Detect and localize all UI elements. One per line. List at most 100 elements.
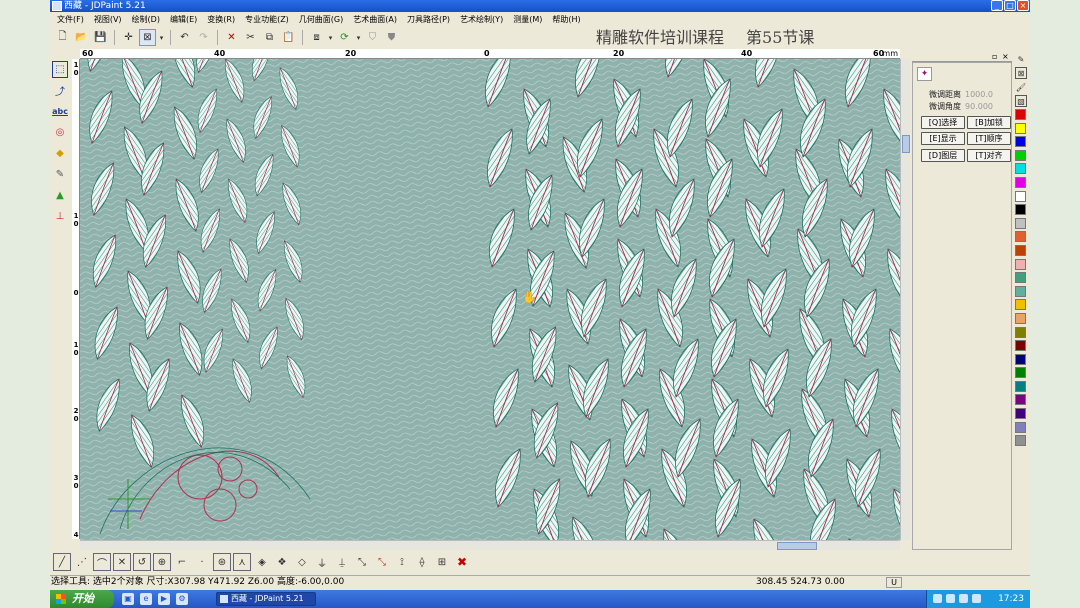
no-color-icon[interactable]: ⊠ bbox=[1015, 67, 1027, 79]
color-swatch[interactable] bbox=[1015, 353, 1026, 365]
select-box-icon[interactable]: ⊠ bbox=[139, 29, 156, 46]
color-swatch[interactable] bbox=[1015, 285, 1026, 297]
color-swatch[interactable] bbox=[1015, 367, 1026, 379]
tangent-tool-icon[interactable]: ⌐ bbox=[173, 553, 191, 571]
menu-art-draw[interactable]: 艺术绘制(Y) bbox=[455, 12, 508, 27]
group-icon[interactable]: ⧈ bbox=[308, 29, 325, 46]
taskbar-window-button[interactable]: 西藏 - JDPaint 5.21 bbox=[216, 592, 316, 606]
align-button[interactable]: [T]对齐 bbox=[967, 149, 1011, 162]
close-button[interactable]: × bbox=[1017, 0, 1029, 11]
pen-tool-icon[interactable]: ✎ bbox=[52, 166, 68, 183]
open-folder-icon[interactable]: 📂 bbox=[73, 29, 90, 46]
rhombus-icon[interactable]: ◈ bbox=[253, 553, 271, 571]
cross-tool-icon[interactable]: ✕ bbox=[113, 553, 131, 571]
cut-pointer-red-icon[interactable]: ⤡ bbox=[373, 553, 391, 571]
color-swatch[interactable] bbox=[1015, 109, 1026, 120]
layer-button[interactable]: [D]图层 bbox=[921, 149, 965, 162]
text-tool-icon[interactable]: abc bbox=[52, 103, 68, 120]
color-swatch[interactable] bbox=[1015, 421, 1026, 433]
brush-icon[interactable]: 🖌 bbox=[1015, 81, 1027, 93]
point-tool-icon[interactable]: ⋰ bbox=[73, 553, 91, 571]
color-swatch[interactable] bbox=[1015, 435, 1026, 447]
quicklaunch-app-icon[interactable]: ⚙ bbox=[176, 593, 188, 605]
undo-icon[interactable]: ↶ bbox=[176, 29, 193, 46]
menu-help[interactable]: 帮助(H) bbox=[547, 12, 585, 27]
color-swatch[interactable] bbox=[1015, 408, 1026, 420]
vertical-scrollbar[interactable] bbox=[900, 59, 910, 540]
crosshair-icon[interactable]: ✛ bbox=[120, 29, 137, 46]
menu-art-surface[interactable]: 艺术曲面(A) bbox=[348, 12, 402, 27]
lock-button[interactable]: [B]加锁 bbox=[967, 116, 1011, 129]
paint-tool-icon[interactable]: ◆ bbox=[52, 145, 68, 162]
new-file-icon[interactable]: 🗋 bbox=[54, 29, 71, 46]
color-swatch[interactable] bbox=[1015, 217, 1026, 229]
color-swatch[interactable] bbox=[1015, 176, 1026, 188]
maximize-button[interactable]: □ bbox=[1004, 0, 1016, 11]
start-button[interactable]: 开始 bbox=[50, 590, 114, 608]
show-button[interactable]: [E]显示 bbox=[921, 132, 965, 145]
color-swatch[interactable] bbox=[1015, 394, 1026, 406]
delete-icon[interactable]: ✕ bbox=[223, 29, 240, 46]
quicklaunch-browser-icon[interactable]: e bbox=[140, 593, 152, 605]
color-swatch[interactable] bbox=[1015, 204, 1026, 216]
shield-icon[interactable]: ⛉ bbox=[364, 29, 381, 46]
line-tool-icon[interactable]: ╱ bbox=[53, 553, 71, 571]
color-swatch[interactable] bbox=[1015, 258, 1026, 270]
pen-icon[interactable]: ✎ bbox=[1015, 53, 1027, 65]
menu-edit[interactable]: 编辑(E) bbox=[165, 12, 202, 27]
arc-tool-icon[interactable]: ⌒ bbox=[93, 553, 111, 571]
select-tool-icon[interactable]: ⬚ bbox=[52, 61, 68, 78]
save-icon[interactable]: 💾 bbox=[92, 29, 109, 46]
menu-toolpath[interactable]: 刀具路径(P) bbox=[402, 12, 455, 27]
knife-icon[interactable]: ⏚ bbox=[313, 553, 331, 571]
minimize-button[interactable]: _ bbox=[991, 0, 1003, 11]
panel-restore-icon[interactable]: ▫ bbox=[992, 52, 997, 61]
horizontal-scroll-thumb[interactable] bbox=[777, 542, 817, 550]
fine-distance-value[interactable]: 1000.0 bbox=[965, 90, 993, 99]
rhombus-fill-icon[interactable]: ❖ bbox=[273, 553, 291, 571]
menu-draw[interactable]: 绘制(D) bbox=[127, 12, 165, 27]
rotate-view-icon[interactable]: ⟳ bbox=[336, 29, 353, 46]
trim-tool-icon[interactable]: ⋏ bbox=[233, 553, 251, 571]
tool-path-icon[interactable]: ⟟ bbox=[393, 553, 411, 571]
menu-file[interactable]: 文件(F) bbox=[52, 12, 89, 27]
tool-path-grid-icon[interactable]: ⊞ bbox=[433, 553, 451, 571]
rhombus-cross-icon[interactable]: ◇ bbox=[293, 553, 311, 571]
menu-transform[interactable]: 变换(R) bbox=[202, 12, 240, 27]
quicklaunch-desktop-icon[interactable]: ▣ bbox=[122, 593, 134, 605]
color-swatch[interactable] bbox=[1015, 380, 1026, 392]
layers-icon[interactable]: ✦ bbox=[917, 67, 932, 81]
cut-icon[interactable]: ✂ bbox=[242, 29, 259, 46]
dropdown-arrow-icon[interactable]: ▾ bbox=[158, 29, 165, 46]
measure-tool-icon[interactable]: ⊥ bbox=[52, 208, 68, 225]
color-swatch[interactable] bbox=[1015, 136, 1026, 148]
snap-point-icon[interactable]: ⊛ bbox=[213, 553, 231, 571]
hatch-icon[interactable]: ▧ bbox=[1015, 95, 1027, 107]
color-swatch[interactable] bbox=[1015, 312, 1026, 324]
menu-professional[interactable]: 专业功能(Z) bbox=[240, 12, 294, 27]
tool-path-edit-icon[interactable]: ⟠ bbox=[413, 553, 431, 571]
horizontal-scrollbar[interactable] bbox=[80, 540, 900, 550]
tray-security-icon[interactable] bbox=[959, 594, 968, 603]
snap-point-icon[interactable]: · bbox=[193, 553, 211, 571]
menu-geometry-surface[interactable]: 几何曲面(G) bbox=[294, 12, 348, 27]
menu-measure[interactable]: 测量(M) bbox=[508, 12, 547, 27]
copy-icon[interactable]: ⧉ bbox=[261, 29, 278, 46]
drawing-canvas[interactable]: ✋ bbox=[80, 59, 900, 540]
quicklaunch-media-icon[interactable]: ▶ bbox=[158, 593, 170, 605]
menu-view[interactable]: 视图(V) bbox=[89, 12, 127, 27]
color-swatch[interactable] bbox=[1015, 190, 1026, 202]
circle-tool-icon[interactable]: ◎ bbox=[52, 124, 68, 141]
color-swatch[interactable] bbox=[1015, 326, 1026, 338]
shield-filled-icon[interactable]: ⛊ bbox=[383, 29, 400, 46]
color-swatch[interactable] bbox=[1015, 272, 1026, 284]
node-edit-icon[interactable]: ⤴ bbox=[52, 82, 68, 99]
color-swatch[interactable] bbox=[1015, 340, 1026, 352]
vertical-scroll-thumb[interactable] bbox=[902, 135, 910, 153]
color-swatch[interactable] bbox=[1015, 244, 1026, 256]
color-swatch[interactable] bbox=[1015, 149, 1026, 161]
arc-ccw-tool-icon[interactable]: ↺ bbox=[133, 553, 151, 571]
color-swatch[interactable] bbox=[1015, 299, 1026, 311]
color-swatch[interactable] bbox=[1015, 163, 1026, 175]
paste-icon[interactable]: 📋 bbox=[280, 29, 297, 46]
